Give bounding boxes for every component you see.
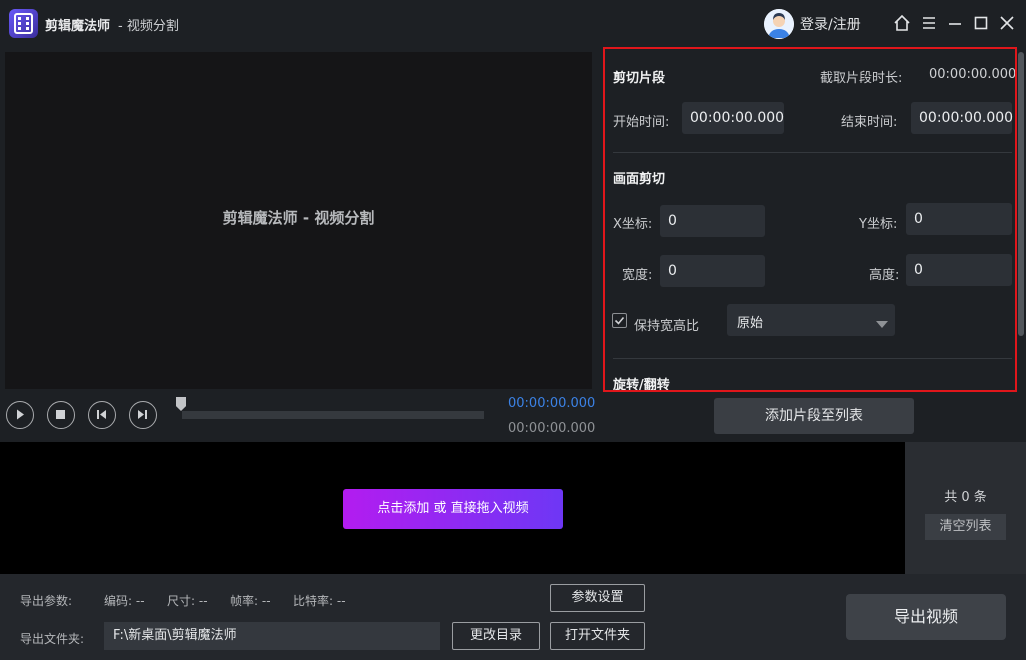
minimize-icon[interactable]: [946, 14, 964, 32]
end-time-input[interactable]: 00:00:00.000: [911, 102, 1013, 134]
play-button[interactable]: [6, 401, 34, 429]
export-params-label: 导出参数:: [20, 594, 73, 608]
add-segment-button[interactable]: 添加片段至列表: [714, 398, 914, 434]
total-time: 00:00:00.000: [508, 421, 596, 436]
avatar[interactable]: [764, 9, 794, 39]
width-label: 宽度:: [622, 268, 653, 283]
current-time: 00:00:00.000: [508, 396, 596, 411]
start-time-label: 开始时间:: [613, 115, 670, 130]
chevron-down-icon: [876, 317, 888, 332]
fps-value: 帧率: --: [230, 594, 271, 608]
cut-segment-title: 剪切片段: [613, 71, 666, 86]
height-input[interactable]: 0: [906, 254, 1012, 286]
aspect-ratio-select[interactable]: 原始: [727, 304, 895, 336]
width-input[interactable]: 0: [660, 255, 765, 287]
open-folder-button[interactable]: 打开文件夹: [550, 622, 645, 650]
end-time-label: 结束时间:: [841, 115, 898, 130]
menu-icon[interactable]: [920, 14, 938, 32]
x-coord-input[interactable]: 0: [660, 205, 765, 237]
video-preview[interactable]: 剪辑魔法师 - 视频分割: [5, 52, 592, 389]
segment-duration-value: 00:00:00.000: [929, 67, 1017, 82]
app-logo-icon: [9, 9, 38, 38]
start-time-input[interactable]: 00:00:00.000: [682, 102, 784, 134]
section-divider: [613, 358, 1012, 359]
maximize-icon[interactable]: [972, 14, 990, 32]
preview-placeholder-title: 剪辑魔法师 - 视频分割: [222, 209, 375, 227]
home-icon[interactable]: [893, 14, 911, 32]
clear-list-button[interactable]: 清空列表: [925, 514, 1006, 540]
prev-frame-button[interactable]: [88, 401, 116, 429]
stop-button[interactable]: [47, 401, 75, 429]
keep-ratio-checkbox[interactable]: [612, 313, 627, 328]
export-folder-input[interactable]: F:\新桌面\剪辑魔法师: [104, 622, 440, 650]
segment-duration-label: 截取片段时长:: [820, 71, 903, 86]
login-register-link[interactable]: 登录/注册: [800, 14, 861, 34]
app-subtitle: - 视频分割: [118, 19, 179, 34]
crop-title: 画面剪切: [613, 172, 666, 187]
edit-panel: 剪切片段 截取片段时长: 00:00:00.000 开始时间: 00:00:00…: [603, 47, 1017, 392]
y-coord-input[interactable]: 0: [906, 203, 1012, 235]
close-icon[interactable]: [998, 14, 1016, 32]
size-value: 尺寸: --: [167, 594, 208, 608]
app-name: 剪辑魔法师: [45, 19, 111, 34]
param-settings-button[interactable]: 参数设置: [550, 584, 645, 612]
list-count: 共 0 条: [944, 490, 987, 505]
export-folder-label: 导出文件夹:: [20, 632, 85, 646]
y-coord-label: Y坐标:: [859, 217, 898, 232]
codec-value: 编码: --: [104, 594, 145, 608]
change-dir-button[interactable]: 更改目录: [452, 622, 540, 650]
aspect-ratio-selected: 原始: [737, 316, 764, 331]
export-video-button[interactable]: 导出视频: [846, 594, 1006, 640]
height-label: 高度:: [869, 268, 900, 283]
x-coord-label: X坐标:: [613, 217, 653, 232]
bitrate-value: 比特率: --: [293, 594, 346, 608]
list-sidebar: [905, 442, 1026, 574]
next-frame-button[interactable]: [129, 401, 157, 429]
rotate-flip-title: 旋转/翻转: [613, 378, 670, 392]
progress-thumb[interactable]: [176, 397, 186, 411]
section-divider: [613, 152, 1012, 153]
progress-track[interactable]: [182, 411, 484, 419]
panel-scrollbar[interactable]: [1018, 52, 1024, 336]
keep-ratio-label[interactable]: 保持宽高比: [634, 315, 699, 334]
add-video-button[interactable]: 点击添加 或 直接拖入视频: [343, 489, 563, 529]
